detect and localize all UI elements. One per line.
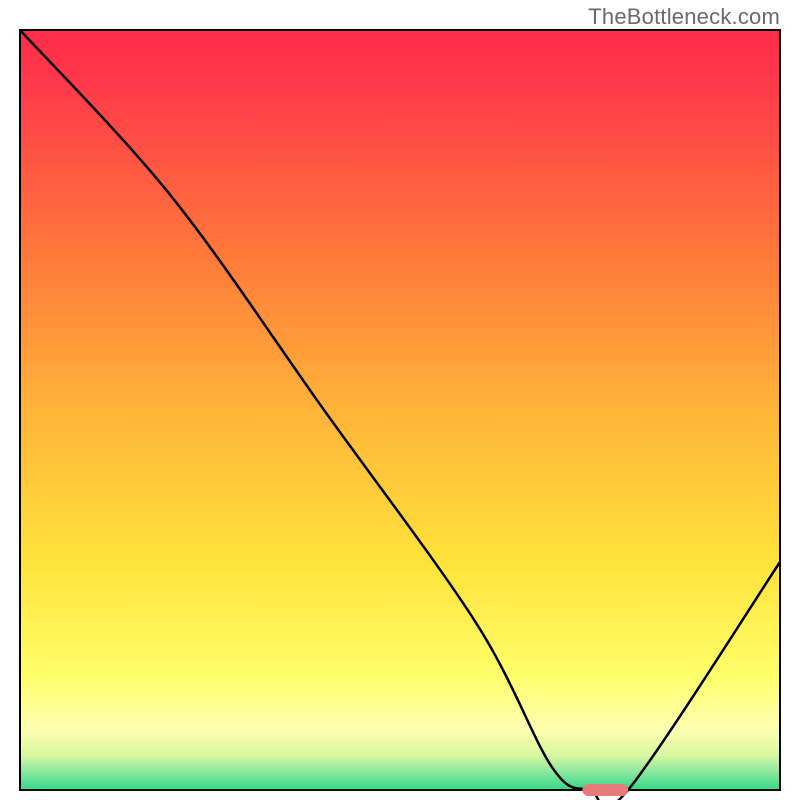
optimal-marker [582, 784, 628, 796]
chart-svg [0, 0, 800, 800]
bottleneck-chart: TheBottleneck.com [0, 0, 800, 800]
plot-background [20, 30, 780, 790]
